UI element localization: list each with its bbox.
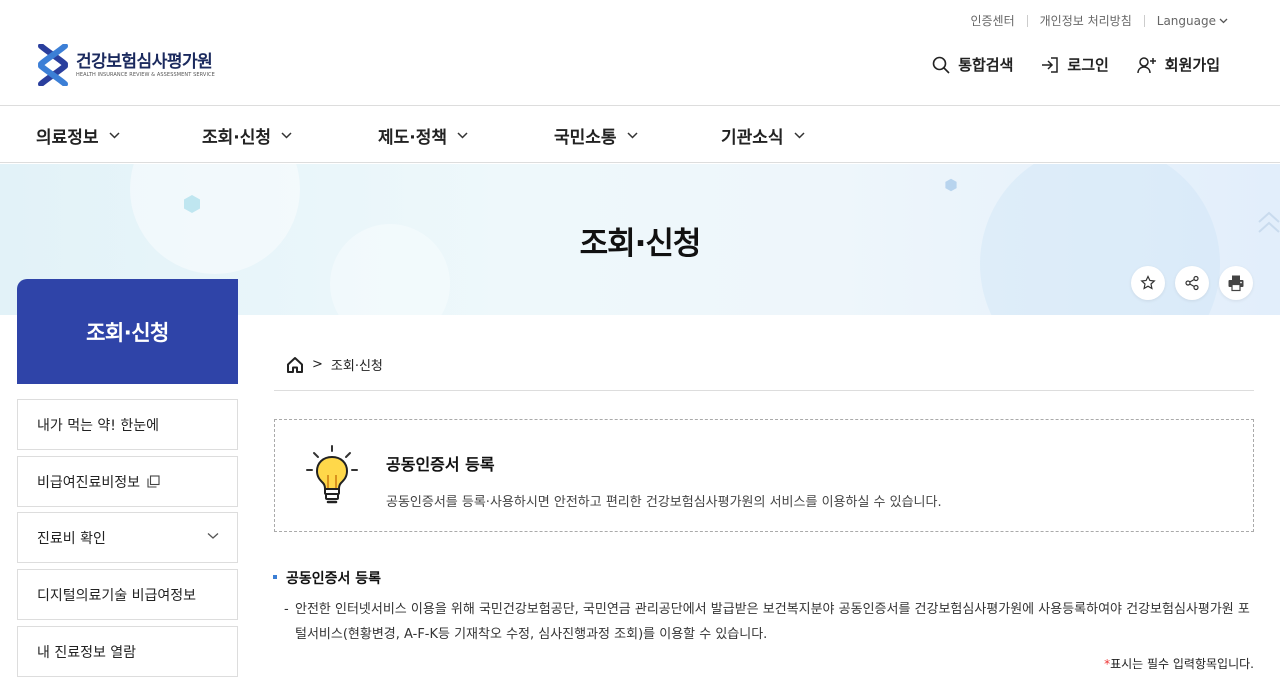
side-item-digital-tech[interactable]: 디지털의료기술 비급여정보 <box>17 569 238 620</box>
privacy-link[interactable]: 개인정보 처리방침 <box>1040 12 1132 29</box>
side-item-label: 내가 먹는 약! 한눈에 <box>37 417 160 434</box>
side-item-fee-check[interactable]: 진료비 확인 <box>17 512 238 563</box>
new-window-icon <box>147 475 160 488</box>
notice-description: 공동인증서를 등록·사용하시면 안전하고 편리한 건강보험심사평가원의 서비스를… <box>386 495 942 510</box>
breadcrumb: > 조회·신청 <box>286 355 383 374</box>
lightbulb-icon <box>306 445 358 504</box>
side-item-label: 내 진료정보 열람 <box>37 644 137 661</box>
chevron-down-icon <box>457 132 468 139</box>
side-item-my-medicine[interactable]: 내가 먹는 약! 한눈에 <box>17 399 238 450</box>
side-item-label: 디지털의료기술 비급여정보 <box>37 587 197 604</box>
favorite-button[interactable] <box>1131 266 1165 300</box>
main-nav: 의료정보 조회·신청 제도·정책 국민소통 기관소식 <box>0 106 1280 163</box>
nav-item-communication[interactable]: 국민소통 <box>554 123 638 148</box>
chevron-down-icon <box>281 132 292 139</box>
notice-box <box>274 419 1254 532</box>
logo-emblem-icon <box>38 44 68 86</box>
breadcrumb-current[interactable]: 조회·신청 <box>331 355 383 374</box>
logo-name: 건강보험심사평가원 <box>76 51 213 72</box>
divider <box>1026 14 1028 27</box>
nav-item-news[interactable]: 기관소식 <box>721 123 805 148</box>
section-text: 안전한 인터넷서비스 이용을 위해 국민건강보험공단, 국민연금 관리공단에서 … <box>295 602 1250 642</box>
side-item-label: 비급여진료비정보 <box>37 474 141 491</box>
signup-button[interactable]: 회원가입 <box>1137 54 1220 75</box>
divider <box>1143 14 1145 27</box>
site-logo[interactable]: 건강보험심사평가원 HEALTH INSURANCE REVIEW & ASSE… <box>38 44 215 86</box>
header-actions: 통합검색 로그인 회원가입 <box>932 54 1220 75</box>
chevron-down-icon <box>109 132 120 139</box>
nav-label: 국민소통 <box>554 128 617 148</box>
nav-item-medical-info[interactable]: 의료정보 <box>36 123 120 148</box>
chevron-down-icon <box>207 533 219 539</box>
breadcrumb-separator: > <box>312 357 323 372</box>
utility-bar: 인증센터 개인정보 처리방침 Language <box>970 12 1228 29</box>
notice-title: 공동인증서 등록 <box>386 455 495 474</box>
search-button[interactable]: 통합검색 <box>932 54 1013 75</box>
side-nav-title: 조회·신청 <box>17 279 238 384</box>
search-icon <box>932 56 950 74</box>
login-icon <box>1042 56 1059 73</box>
share-icon <box>1185 275 1199 291</box>
share-button[interactable] <box>1175 266 1209 300</box>
chevron-down-icon <box>627 132 638 139</box>
add-user-icon <box>1137 56 1156 73</box>
print-button[interactable] <box>1219 266 1253 300</box>
search-label: 통합검색 <box>958 56 1014 74</box>
nav-item-inquiry[interactable]: 조회·신청 <box>202 123 292 148</box>
section-title: 공동인증서 등록 <box>286 571 382 587</box>
nav-label: 조회·신청 <box>202 128 272 148</box>
nav-item-policy[interactable]: 제도·정책 <box>378 123 468 148</box>
bullet-icon <box>273 575 277 579</box>
side-item-non-covered-fees[interactable]: 비급여진료비정보 <box>17 456 238 507</box>
hexagon-icon <box>184 195 200 213</box>
signup-label: 회원가입 <box>1164 56 1220 74</box>
required-text: 표시는 필수 입력항목입니다. <box>1110 657 1254 671</box>
side-item-my-records[interactable]: 내 진료정보 열람 <box>17 626 238 677</box>
print-icon <box>1228 275 1244 292</box>
nav-label: 제도·정책 <box>378 128 448 148</box>
chevron-down-icon <box>794 132 805 139</box>
cert-center-link[interactable]: 인증센터 <box>970 12 1014 29</box>
hexagon-icon <box>945 178 957 192</box>
required-note: *표시는 필수 입력항목입니다. <box>1104 655 1254 672</box>
logo-subtitle: HEALTH INSURANCE REVIEW & ASSESSMENT SER… <box>76 71 215 78</box>
login-button[interactable]: 로그인 <box>1041 54 1109 75</box>
list-dash: - <box>284 602 289 617</box>
page-title: 조회·신청 <box>579 226 702 262</box>
chevron-down-icon <box>1219 18 1228 23</box>
home-icon[interactable] <box>286 356 304 374</box>
language-select[interactable]: Language <box>1157 14 1228 28</box>
login-label: 로그인 <box>1067 56 1109 74</box>
side-item-label: 진료비 확인 <box>37 530 106 547</box>
breadcrumb-divider <box>274 390 1254 391</box>
language-label: Language <box>1156 13 1216 28</box>
section-body: - 안전한 인터넷서비스 이용을 위해 국민건강보험공단, 국민연금 관리공단에… <box>284 597 1259 647</box>
nav-label: 의료정보 <box>36 128 99 148</box>
star-icon <box>1140 275 1156 290</box>
nav-label: 기관소식 <box>721 128 784 148</box>
